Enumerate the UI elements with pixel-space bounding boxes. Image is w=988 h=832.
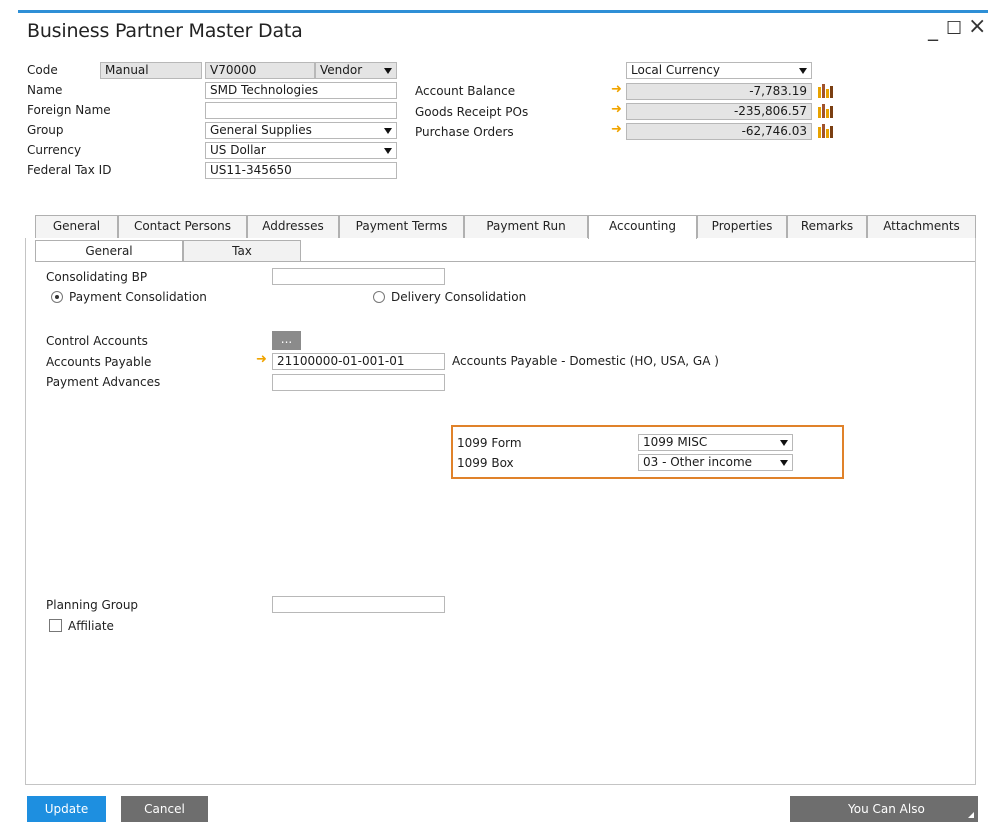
link-arrow-icon[interactable]: ➜	[611, 123, 622, 137]
name-label: Name	[27, 83, 63, 97]
chevron-down-icon	[780, 460, 788, 466]
form-1099-label: 1099 Form	[457, 436, 522, 450]
corner-arrow-icon	[968, 812, 974, 818]
foreign-name-label: Foreign Name	[27, 103, 111, 117]
purchase-orders-field: -62,746.03	[626, 123, 812, 140]
currency-value: US Dollar	[210, 143, 266, 157]
tab-properties[interactable]: Properties	[697, 215, 787, 238]
code-label: Code	[27, 63, 58, 77]
control-accounts-label: Control Accounts	[46, 334, 148, 348]
tab-remarks[interactable]: Remarks	[787, 215, 867, 238]
code-series-field[interactable]: Manual	[100, 62, 202, 79]
chart-icon[interactable]	[817, 103, 833, 118]
currency-view-value: Local Currency	[631, 63, 720, 77]
chevron-down-icon	[384, 148, 392, 154]
goods-receipt-label: Goods Receipt POs	[415, 105, 529, 119]
delivery-consolidation-label: Delivery Consolidation	[391, 290, 527, 304]
tab-contact-persons[interactable]: Contact Persons	[118, 215, 247, 238]
name-field[interactable]: SMD Technologies	[205, 82, 397, 99]
form-1099-select[interactable]: 1099 MISC	[638, 434, 793, 451]
tax-id-field[interactable]: US11-345650	[205, 162, 397, 179]
currency-select[interactable]: US Dollar	[205, 142, 397, 159]
main-tab-bar: General Contact Persons Addresses Paymen…	[35, 215, 976, 239]
accounts-payable-field[interactable]: 21100000-01-001-01	[272, 353, 445, 370]
tab-accounting[interactable]: Accounting	[588, 215, 697, 239]
control-accounts-button[interactable]: ...	[272, 331, 301, 350]
planning-group-label: Planning Group	[46, 598, 139, 612]
delivery-consolidation-radio[interactable]	[373, 291, 385, 303]
minimize-icon[interactable]: _	[928, 18, 938, 40]
bp-type-value: Vendor	[320, 63, 363, 77]
bp-type-select[interactable]: Vendor	[315, 62, 397, 79]
box-1099-select[interactable]: 03 - Other income	[638, 454, 793, 471]
account-balance-label: Account Balance	[415, 84, 516, 98]
affiliate-checkbox[interactable]	[49, 619, 62, 632]
tab-general[interactable]: General	[35, 215, 118, 238]
close-icon[interactable]: ×	[968, 16, 986, 38]
cancel-button[interactable]: Cancel	[121, 796, 208, 822]
you-can-also-label: You Can Also	[848, 802, 925, 816]
box-1099-value: 03 - Other income	[643, 455, 753, 469]
box-1099-label: 1099 Box	[457, 456, 514, 470]
accounts-payable-label: Accounts Payable	[46, 355, 152, 369]
currency-view-select[interactable]: Local Currency	[626, 62, 812, 79]
chevron-down-icon	[780, 440, 788, 446]
link-arrow-icon[interactable]: ➜	[256, 353, 267, 367]
accounting-panel	[35, 261, 975, 781]
subtab-general[interactable]: General	[35, 240, 183, 262]
subtab-tax[interactable]: Tax	[183, 240, 301, 262]
code-field[interactable]: V70000	[205, 62, 315, 79]
tab-payment-terms[interactable]: Payment Terms	[339, 215, 464, 238]
chevron-down-icon	[384, 68, 392, 74]
chart-icon[interactable]	[817, 83, 833, 98]
currency-label: Currency	[27, 143, 82, 157]
group-value: General Supplies	[210, 123, 312, 137]
link-arrow-icon[interactable]: ➜	[611, 83, 622, 97]
planning-group-field[interactable]	[272, 596, 445, 613]
payment-advances-field[interactable]	[272, 374, 445, 391]
purchase-orders-label: Purchase Orders	[415, 125, 514, 139]
chevron-down-icon	[384, 128, 392, 134]
account-balance-field: -7,783.19	[626, 83, 812, 100]
group-label: Group	[27, 123, 64, 137]
tab-attachments[interactable]: Attachments	[867, 215, 976, 238]
consolidating-bp-label: Consolidating BP	[46, 270, 148, 284]
update-button[interactable]: Update	[27, 796, 106, 822]
group-select[interactable]: General Supplies	[205, 122, 397, 139]
window-top-accent	[18, 10, 988, 13]
affiliate-label: Affiliate	[68, 619, 114, 633]
you-can-also-button[interactable]: You Can Also	[790, 796, 978, 822]
tab-addresses[interactable]: Addresses	[247, 215, 339, 238]
payment-consolidation-radio[interactable]	[51, 291, 63, 303]
chart-icon[interactable]	[817, 123, 833, 138]
window-title: Business Partner Master Data	[27, 20, 303, 42]
payment-advances-label: Payment Advances	[46, 375, 161, 389]
chevron-down-icon	[799, 68, 807, 74]
accounts-payable-description: Accounts Payable - Domestic (HO, USA, GA…	[452, 354, 719, 368]
consolidating-bp-field[interactable]	[272, 268, 445, 285]
payment-consolidation-label: Payment Consolidation	[69, 290, 207, 304]
goods-receipt-field: -235,806.57	[626, 103, 812, 120]
tax-id-label: Federal Tax ID	[27, 163, 112, 177]
link-arrow-icon[interactable]: ➜	[611, 103, 622, 117]
foreign-name-field[interactable]	[205, 102, 397, 119]
form-1099-value: 1099 MISC	[643, 435, 708, 449]
maximize-icon[interactable]: ☐	[946, 18, 962, 40]
tab-payment-run[interactable]: Payment Run	[464, 215, 588, 238]
